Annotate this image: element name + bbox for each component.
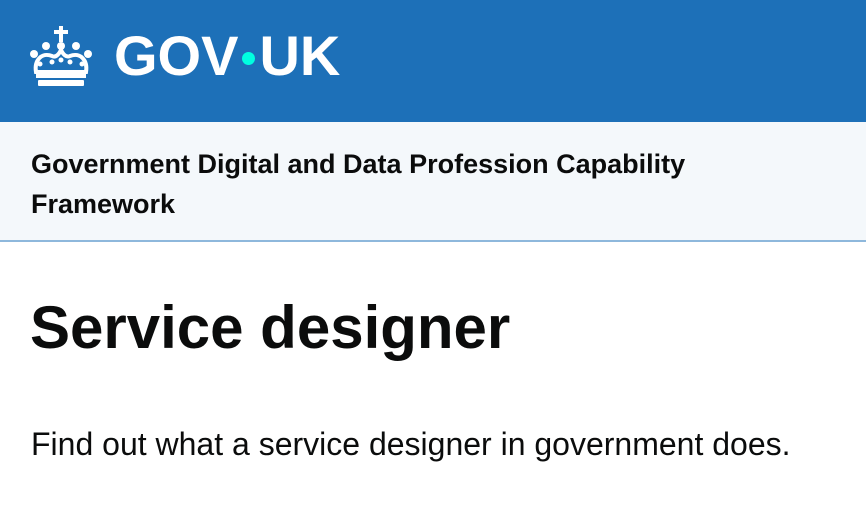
govuk-header: GOV UK <box>0 0 866 122</box>
govuk-home-link[interactable]: GOV UK <box>28 24 340 88</box>
page-title: Service designer <box>30 294 511 361</box>
lead-paragraph: Find out what a service designer in gove… <box>31 426 791 462</box>
service-navigation: Government Digital and Data Profession C… <box>0 122 866 242</box>
wordmark-dot <box>242 51 256 65</box>
crown-icon <box>30 26 92 86</box>
wordmark-uk: UK <box>259 24 341 87</box>
govuk-wordmark: GOV UK <box>114 24 340 88</box>
service-name-link[interactable]: Government Digital and Data Profession C… <box>31 144 811 224</box>
wordmark-gov: GOV <box>114 24 239 87</box>
